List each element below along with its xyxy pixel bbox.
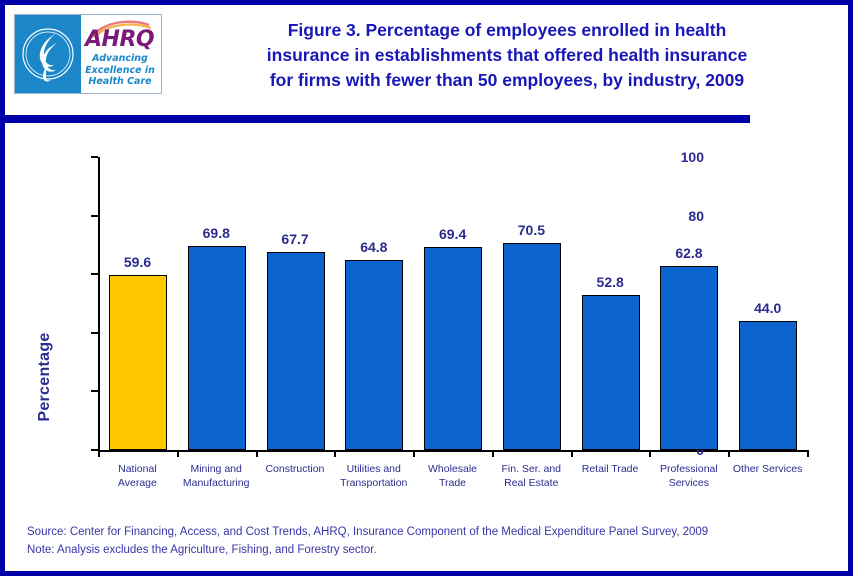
bar-value-label: 52.8 bbox=[596, 274, 624, 291]
bar-slot: 70.5 bbox=[492, 157, 571, 450]
x-axis-label-line: Services bbox=[668, 477, 709, 489]
source-note: Source: Center for Financing, Access, an… bbox=[27, 526, 709, 538]
bar-slot: 64.8 bbox=[334, 157, 413, 450]
figure-title-line-3: for firms with fewer than 50 employees, … bbox=[269, 70, 745, 90]
bar[interactable] bbox=[345, 260, 404, 450]
x-axis-tick bbox=[334, 450, 337, 457]
x-axis-label-line: Mining and bbox=[190, 463, 242, 475]
x-axis-tick bbox=[807, 450, 809, 457]
ahrq-acronym: AHRQ bbox=[85, 27, 155, 52]
bar-value-label: 62.8 bbox=[675, 245, 703, 261]
bar[interactable] bbox=[502, 243, 561, 450]
figure-header: AHRQ Advancing Excellence in Health Care… bbox=[5, 5, 848, 109]
hhs-seal-icon bbox=[22, 28, 74, 82]
y-axis-tick bbox=[91, 331, 98, 334]
bar[interactable] bbox=[266, 251, 325, 450]
x-axis-label-line: Real Estate bbox=[504, 477, 559, 489]
x-axis-label-line: Trade bbox=[438, 477, 467, 489]
bar-value-label: 44.0 bbox=[754, 300, 782, 317]
bar[interactable] bbox=[660, 266, 719, 450]
y-axis-tick bbox=[91, 390, 98, 393]
x-axis-label-line: Retail Trade bbox=[581, 463, 639, 475]
bar[interactable] bbox=[739, 321, 798, 450]
ahrq-tagline: Advancing Excellence in Health Care bbox=[81, 53, 159, 88]
bar-value-label: 69.4 bbox=[438, 225, 467, 242]
hhs-seal-panel bbox=[15, 15, 81, 93]
x-axis-label-line: Utilities and bbox=[346, 463, 401, 475]
bar-series: 59.6 69.8 67.7 64.8 69.4 70.5 52.8 62.8 44.0 bbox=[98, 157, 807, 450]
x-axis-label-line: Fin. Ser. and bbox=[501, 463, 562, 475]
ahrq-tagline-line-3: Health Care bbox=[88, 76, 152, 87]
plot-area: 020406080100 59.669.867.764.869.470.552.… bbox=[91, 150, 809, 489]
x-axis-tick bbox=[98, 450, 100, 457]
figure-page: AHRQ Advancing Excellence in Health Care… bbox=[0, 0, 853, 576]
x-axis-tick bbox=[255, 450, 258, 457]
bar[interactable] bbox=[109, 275, 167, 450]
bar-slot: 69.4 bbox=[413, 157, 492, 450]
figure-footnotes: Source: Center for Financing, Access, an… bbox=[27, 523, 827, 559]
bar-slot: 52.8 bbox=[571, 157, 650, 450]
x-axis-tick bbox=[570, 450, 573, 457]
x-axis-tick bbox=[649, 450, 652, 457]
figure-title-line-1: Figure 3. Percentage of employees enroll… bbox=[287, 20, 727, 40]
bar[interactable] bbox=[581, 295, 640, 450]
ahrq-logo: AHRQ Advancing Excellence in Health Care bbox=[14, 14, 162, 94]
bar-value-label: 59.6 bbox=[123, 254, 152, 271]
bar-slot: 59.6 bbox=[98, 157, 177, 450]
x-axis-label-line: Professional bbox=[659, 463, 718, 475]
y-axis-title: Percentage bbox=[36, 332, 53, 422]
bar-value-label: 69.8 bbox=[202, 224, 230, 241]
ahrq-tagline-line-1: Advancing bbox=[92, 53, 148, 64]
y-axis-tick bbox=[91, 156, 98, 158]
x-axis-tick bbox=[176, 450, 179, 457]
ahrq-wordmark-panel: AHRQ Advancing Excellence in Health Care bbox=[81, 15, 161, 93]
x-axis-label-line: Other Services bbox=[732, 463, 803, 475]
y-axis-tick bbox=[91, 214, 98, 217]
x-axis-label-line: Wholesale bbox=[427, 463, 478, 475]
x-axis-label-line: Average bbox=[117, 477, 157, 489]
bar-value-label: 70.5 bbox=[517, 222, 545, 239]
x-axis-tick bbox=[413, 450, 416, 457]
y-axis-tick bbox=[91, 273, 98, 276]
bar-slot: 67.7 bbox=[256, 157, 335, 450]
analysis-note: Note: Analysis excludes the Agriculture,… bbox=[27, 544, 377, 556]
bar-value-label: 64.8 bbox=[360, 239, 388, 256]
x-axis-label-line: National bbox=[118, 463, 157, 475]
figure-title-line-2: insurance in establishments that offered… bbox=[266, 45, 748, 65]
bar-slot: 69.8 bbox=[177, 157, 256, 450]
x-axis-tick bbox=[728, 450, 731, 457]
header-divider bbox=[5, 115, 750, 123]
x-axis-label-line: Transportation bbox=[340, 477, 408, 489]
x-axis-label-line: Construction bbox=[265, 463, 325, 475]
bar-slot: 62.8 bbox=[649, 157, 728, 450]
y-axis-tick bbox=[91, 449, 98, 451]
bar-slot: 44.0 bbox=[728, 157, 807, 450]
bar[interactable] bbox=[187, 245, 246, 450]
x-axis-category-label: Other Services bbox=[720, 462, 815, 476]
figure-title: Figure 3. Percentage of employees enroll… bbox=[177, 18, 837, 93]
x-axis-label-line: Manufacturing bbox=[182, 477, 250, 489]
bar[interactable] bbox=[424, 246, 483, 450]
x-axis-tick bbox=[491, 450, 494, 457]
bar-value-label: 67.7 bbox=[281, 230, 309, 247]
ahrq-tagline-line-2: Excellence in bbox=[85, 64, 155, 76]
bar-chart: Percentage 020406080100 59.669.867.764.8… bbox=[5, 123, 848, 513]
